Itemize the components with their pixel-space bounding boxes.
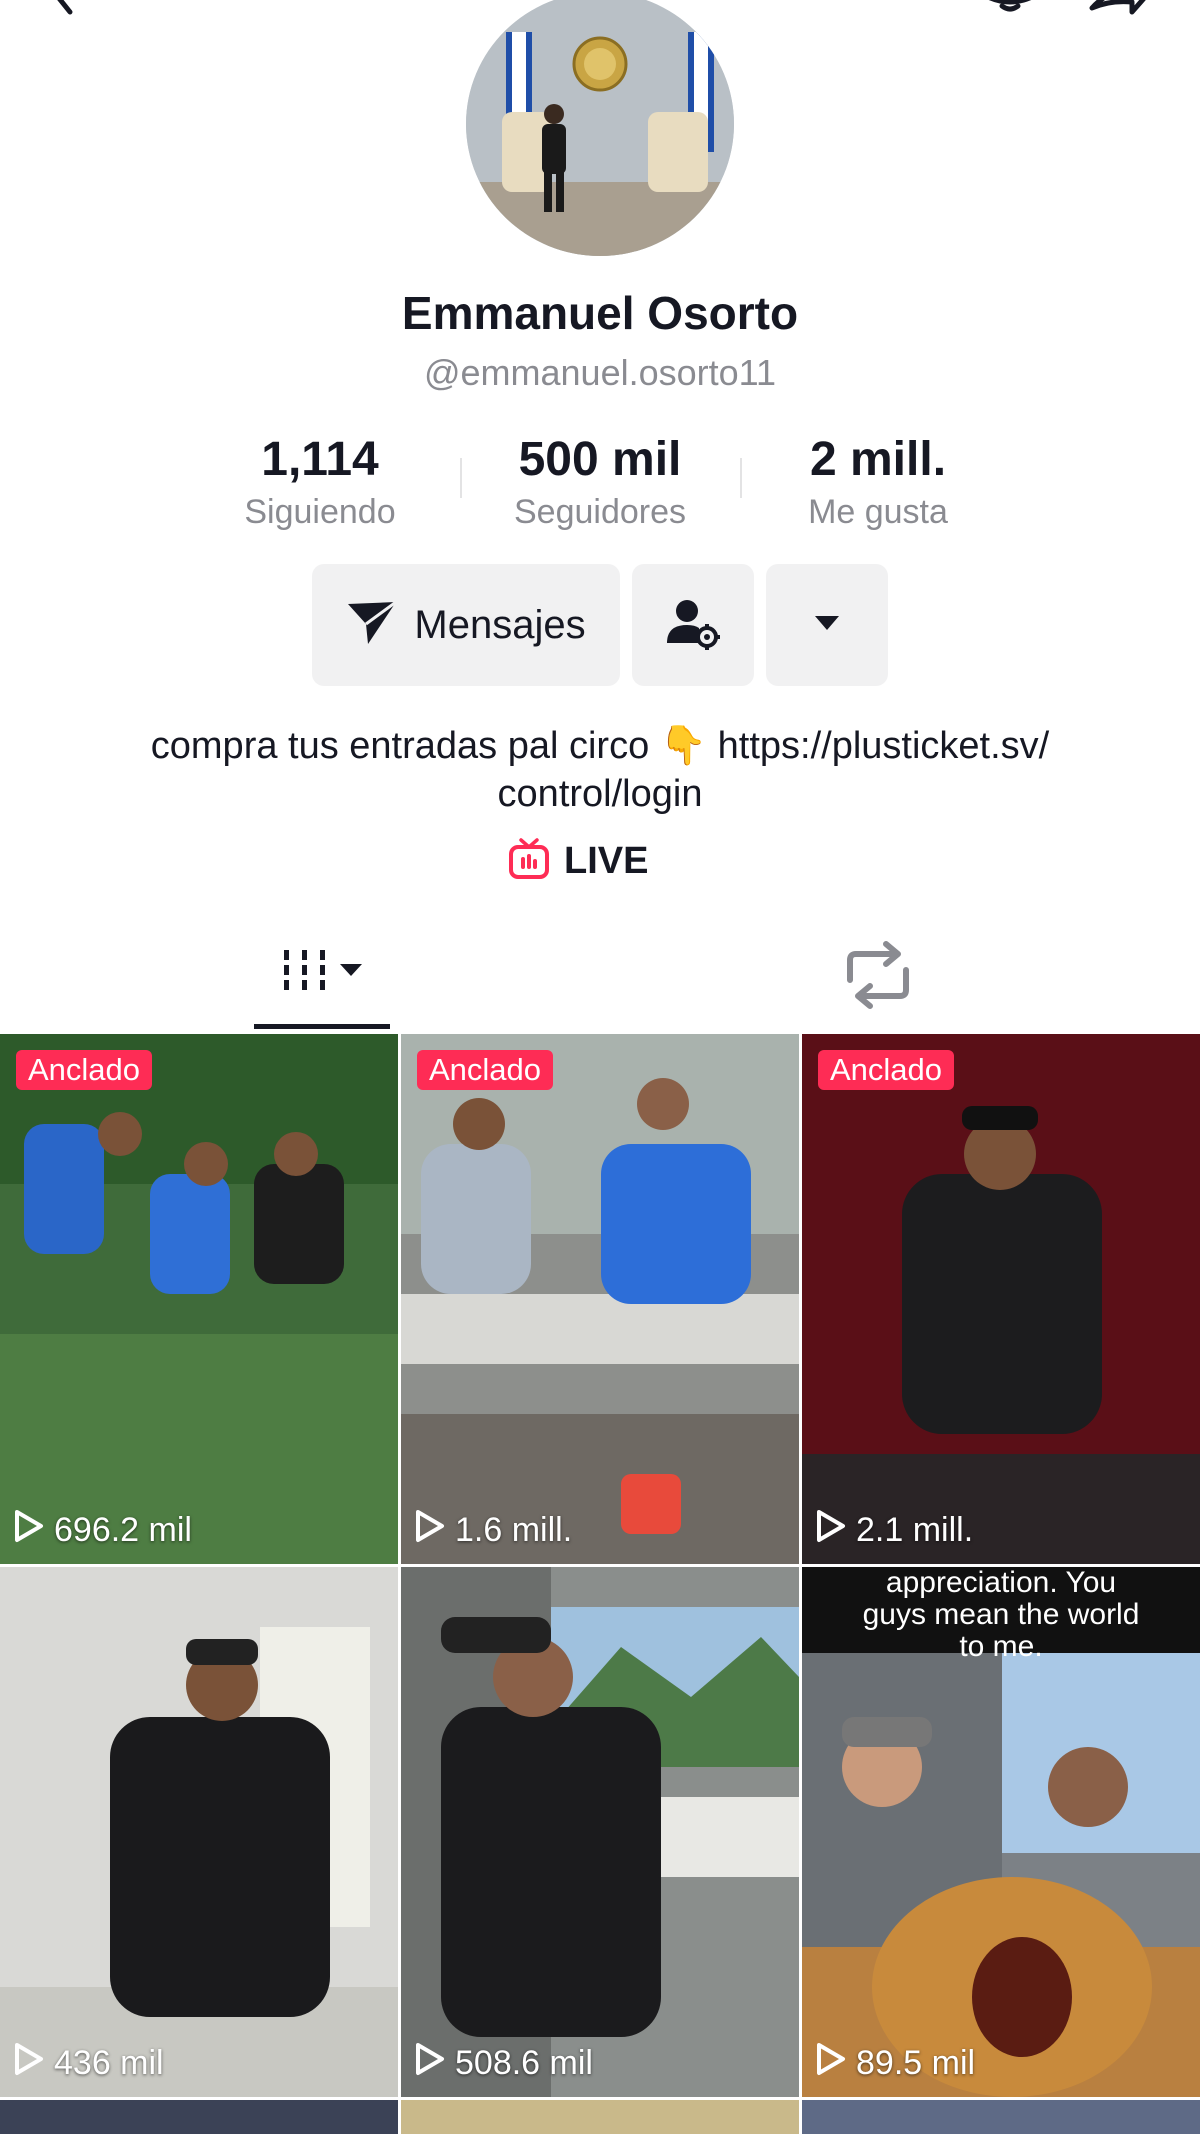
tab-reposts[interactable] — [840, 940, 916, 1010]
video-thumbnail — [802, 1034, 1200, 1564]
play-icon — [816, 2042, 846, 2085]
send-icon — [346, 600, 398, 651]
video-tile[interactable]: Anclado 1.6 mill. — [401, 1034, 799, 1564]
video-thumbnail — [401, 1034, 799, 1564]
play-icon — [816, 1509, 846, 1552]
play-icon — [415, 2042, 445, 2085]
stat-followers[interactable]: 500 mil Seguidores — [480, 432, 720, 534]
video-tile[interactable] — [0, 2100, 398, 2134]
video-thumbnail — [0, 1034, 398, 1564]
pinned-badge: Anclado — [417, 1050, 554, 1090]
video-caption: appreciation. You guys mean the world to… — [802, 1567, 1200, 1663]
following-count: 1,114 — [261, 433, 379, 486]
avatar[interactable] — [466, 0, 734, 256]
caption-line: to me. — [959, 1630, 1043, 1663]
live-link[interactable]: LIVE — [508, 838, 648, 885]
view-count-text: 436 mil — [54, 2044, 164, 2082]
repost-icon — [840, 941, 916, 1014]
active-tab-indicator — [254, 1024, 390, 1029]
messages-label: Mensajes — [414, 602, 586, 647]
view-count: 696.2 mil — [14, 1509, 192, 1552]
following-label: Siguiendo — [244, 493, 396, 531]
pinned-badge: Anclado — [818, 1050, 955, 1090]
video-tile[interactable]: Anclado 696.2 mil — [0, 1034, 398, 1564]
video-tile[interactable] — [802, 2100, 1200, 2134]
video-tile[interactable]: Anclado 2.1 mill. — [802, 1034, 1200, 1564]
follow-settings-button[interactable] — [632, 564, 754, 686]
bio-line: compra tus entradas pal circo 👇 https://… — [150, 725, 1050, 767]
live-label: LIVE — [564, 840, 649, 882]
caption-line: appreciation. You — [885, 1567, 1117, 1599]
video-tile[interactable]: 508.6 mil — [401, 1567, 799, 2097]
view-count-text: 89.5 mil — [856, 2044, 976, 2082]
stat-likes[interactable]: 2 mill. Me gusta — [758, 432, 998, 534]
video-tile[interactable]: appreciation. You guys mean the world to… — [802, 1567, 1200, 2097]
view-count: 1.6 mill. — [415, 1509, 572, 1552]
tab-videos[interactable] — [254, 940, 390, 1030]
user-settings-icon — [665, 595, 721, 656]
play-icon — [14, 2042, 44, 2085]
share-icon[interactable] — [1088, 0, 1148, 22]
video-tile[interactable]: 436 mil — [0, 1567, 398, 2097]
view-count-text: 1.6 mill. — [455, 1511, 573, 1549]
caption-line: guys mean the world — [862, 1598, 1140, 1631]
view-count: 436 mil — [14, 2042, 164, 2085]
video-tile[interactable] — [401, 2100, 799, 2134]
followers-count: 500 mil — [518, 433, 682, 486]
view-count-text: 508.6 mil — [455, 2044, 593, 2082]
bell-icon[interactable] — [980, 0, 1040, 22]
stat-divider — [460, 458, 462, 498]
likes-label: Me gusta — [808, 493, 948, 531]
videos-grid-icon — [254, 950, 390, 1014]
view-count-text: 2.1 mill. — [856, 1511, 974, 1549]
bio-line[interactable]: control/login — [0, 770, 1200, 818]
back-icon[interactable] — [40, 0, 100, 22]
play-icon — [415, 1509, 445, 1552]
followers-label: Seguidores — [513, 493, 686, 531]
view-count: 508.6 mil — [415, 2042, 593, 2085]
messages-button[interactable]: Mensajes — [312, 564, 620, 686]
more-options-button[interactable] — [766, 564, 888, 686]
video-thumbnail — [401, 1567, 799, 2097]
username: @emmanuel.osorto11 — [423, 352, 777, 393]
stat-following[interactable]: 1,114 Siguiendo — [200, 432, 440, 534]
live-tv-icon — [508, 838, 550, 885]
play-icon — [14, 1509, 44, 1552]
caret-down-icon — [814, 615, 840, 636]
stat-divider — [740, 458, 742, 498]
likes-count: 2 mill. — [809, 433, 947, 486]
view-count: 89.5 mil — [816, 2042, 975, 2085]
display-name: Emmanuel Osorto — [401, 287, 799, 339]
video-thumbnail — [0, 1567, 398, 2097]
view-count-text: 696.2 mil — [54, 1511, 192, 1549]
view-count: 2.1 mill. — [816, 1509, 973, 1552]
pinned-badge: Anclado — [16, 1050, 153, 1090]
bio: compra tus entradas pal circo 👇 https://… — [0, 722, 1200, 818]
